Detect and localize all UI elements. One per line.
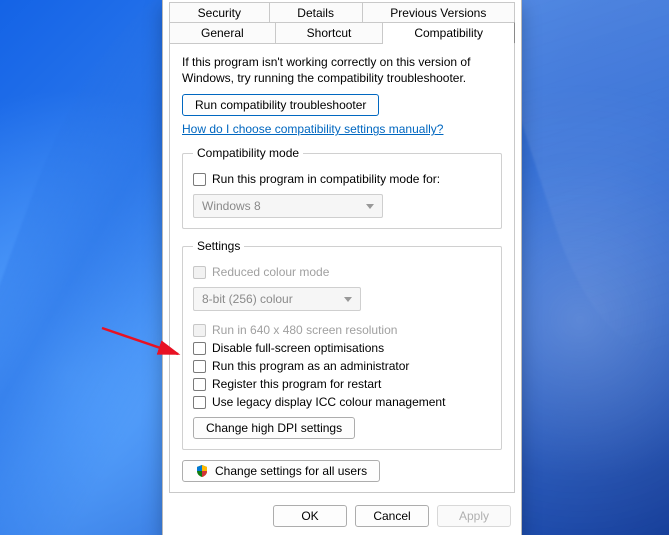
- settings-legend: Settings: [193, 239, 244, 253]
- change-all-users-label: Change settings for all users: [215, 464, 367, 478]
- reduced-colour-label: Reduced colour mode: [212, 265, 329, 279]
- colour-depth-value: 8-bit (256) colour: [202, 292, 293, 306]
- legacy-icc-checkbox[interactable]: [193, 396, 206, 409]
- tab-previous-versions[interactable]: Previous Versions: [363, 2, 515, 23]
- ok-button[interactable]: OK: [273, 505, 347, 527]
- disable-fullscreen-opt-checkbox[interactable]: [193, 342, 206, 355]
- tab-security[interactable]: Security: [169, 2, 270, 23]
- tab-compatibility[interactable]: Compatibility: [383, 22, 515, 44]
- properties-dialog: Security Details Previous Versions Gener…: [162, 0, 522, 535]
- register-restart-label: Register this program for restart: [212, 377, 381, 391]
- dialog-footer: OK Cancel Apply: [163, 499, 521, 529]
- chevron-down-icon: [344, 297, 352, 302]
- legacy-icc-label: Use legacy display ICC colour management: [212, 395, 445, 409]
- cancel-button[interactable]: Cancel: [355, 505, 429, 527]
- apply-button: Apply: [437, 505, 511, 527]
- colour-depth-select: 8-bit (256) colour: [193, 287, 361, 311]
- shield-icon: [195, 464, 209, 478]
- tab-details[interactable]: Details: [270, 2, 363, 23]
- change-all-users-button[interactable]: Change settings for all users: [182, 460, 380, 482]
- compatibility-pane: If this program isn't working correctly …: [169, 44, 515, 493]
- run-as-admin-checkbox[interactable]: [193, 360, 206, 373]
- settings-group: Settings Reduced colour mode 8-bit (256)…: [182, 239, 502, 450]
- compat-os-select-value: Windows 8: [202, 199, 261, 213]
- tab-general[interactable]: General: [169, 22, 276, 44]
- intro-text: If this program isn't working correctly …: [182, 54, 502, 86]
- reduced-colour-checkbox: [193, 266, 206, 279]
- compat-mode-label: Run this program in compatibility mode f…: [212, 172, 440, 186]
- run-640x480-checkbox: [193, 324, 206, 337]
- chevron-down-icon: [366, 204, 374, 209]
- register-restart-checkbox[interactable]: [193, 378, 206, 391]
- compatibility-mode-legend: Compatibility mode: [193, 146, 303, 160]
- run-640x480-label: Run in 640 x 480 screen resolution: [212, 323, 397, 337]
- compat-os-select[interactable]: Windows 8: [193, 194, 383, 218]
- run-troubleshooter-button[interactable]: Run compatibility troubleshooter: [182, 94, 379, 116]
- help-link[interactable]: How do I choose compatibility settings m…: [182, 122, 443, 136]
- run-as-admin-label: Run this program as an administrator: [212, 359, 409, 373]
- tab-shortcut[interactable]: Shortcut: [276, 22, 384, 44]
- compatibility-mode-group: Compatibility mode Run this program in c…: [182, 146, 502, 229]
- compat-mode-checkbox[interactable]: [193, 173, 206, 186]
- tab-strip: Security Details Previous Versions Gener…: [163, 0, 521, 44]
- change-high-dpi-button[interactable]: Change high DPI settings: [193, 417, 355, 439]
- disable-fullscreen-opt-label: Disable full-screen optimisations: [212, 341, 384, 355]
